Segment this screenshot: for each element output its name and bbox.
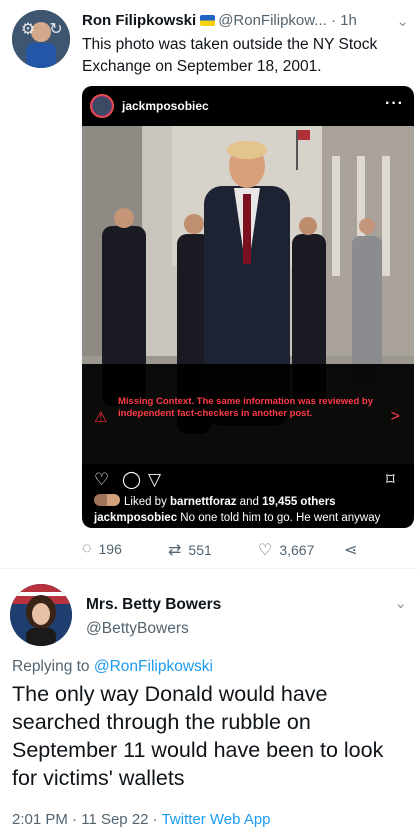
retweet-icon: ⇄ [168,542,182,559]
ig-header: jackmposobiec ··· [82,86,414,126]
liker-avatars [94,494,120,506]
warning-icon: ⚠ [94,409,108,426]
reply-count: 196 [98,541,122,557]
share-button[interactable]: ⋖ [344,540,357,560]
handle[interactable]: @RonFilipkow... [218,12,327,29]
ig-caption: jackmposobiec No one told him to go. He … [94,512,414,524]
caption-username: jackmposobiec [94,512,178,524]
avatar-photo [10,584,72,646]
timestamp[interactable]: 1h [340,12,357,29]
ig-action-bar: ♡ ◯ ▽ ⌑ [82,464,414,494]
tweet-header: Ron Filipkowski @RonFilipkow... · 1h [82,12,412,32]
like-count: 3,667 [279,542,315,558]
display-name[interactable]: Ron Filipkowski [82,12,196,29]
tweet-text: The only way Donald would have searched … [12,682,384,790]
separator: · [72,811,78,828]
more-dots-icon: ··· [385,95,404,112]
retweet-button[interactable]: ⇄ 551 [168,540,212,560]
tweet-ron-filipkowski[interactable]: ⚙ ↻ ⌕ ▣ ◉ ℹ Ron Filipkowski @RonFilipkow.… [0,0,417,568]
ig-avatar [90,94,114,118]
gear-icon: ⚙ [20,21,36,38]
liked-by-user: barnettforaz [170,496,237,508]
fact-check-warning: Missing Context. The same information wa… [118,396,373,419]
display-name[interactable]: Mrs. Betty Bowers [86,596,221,614]
fact-check-overlay[interactable]: ⚠ Missing Context. The same information … [82,364,414,464]
handle[interactable]: @BettyBowers [86,620,189,638]
send-icon: ▽ [148,470,162,489]
tweet-date[interactable]: 11 Sep 22 [81,811,148,828]
tweet-actions: ◌ 196 ⇄ 551 ♡ 3,667 ⋖ [82,538,412,562]
retweet-count: 551 [188,542,212,558]
tweet-divider [0,568,417,569]
like-button[interactable]: ♡ 3,667 [258,540,314,560]
tweet-meta: 2:01 PM · 11 Sep 22 · Twitter Web App [12,811,271,828]
separator: · [152,811,158,828]
ig-username: jackmposobiec [122,99,209,113]
liked-by-and: and [236,496,263,508]
replying-to-link[interactable]: @RonFilipkowski [94,658,213,675]
replying-to: Replying to @RonFilipkowski [12,658,213,676]
replying-prefix: Replying to [12,658,94,675]
chevron-down-icon[interactable]: ⌄ [396,12,409,30]
avatar[interactable] [10,584,72,646]
embedded-image[interactable]: jackmposobiec ··· ⚠ Missing Context. The… [82,86,414,528]
tweet-text: This photo was taken outside the NY Stoc… [82,36,378,75]
tweet-time[interactable]: 2:01 PM [12,811,68,828]
bookmark-icon: ⌑ [386,470,395,489]
ig-likes: Liked by barnettforaz and 19,455 others [94,494,336,508]
comment-icon: ◯ [122,470,142,489]
liked-by-prefix: Liked by [124,496,171,508]
ukraine-flag-icon [200,15,216,26]
reply-icon: ◌ [82,540,92,557]
heart-icon: ♡ [94,470,110,489]
chevron-right-icon: > [390,408,400,425]
heart-icon: ♡ [258,542,273,559]
refresh-icon: ↻ [49,21,63,38]
tweet-source[interactable]: Twitter Web App [162,811,271,828]
chevron-down-icon[interactable]: ⌄ [394,594,407,612]
reply-button[interactable]: ◌ 196 [82,540,122,558]
liked-by-others: 19,455 others [262,496,336,508]
caption-text: No one told him to go. He went anyway [180,512,381,524]
street-photo: ⚠ Missing Context. The same information … [82,126,414,464]
separator: · [330,12,336,29]
share-icon: ⋖ [344,542,358,559]
